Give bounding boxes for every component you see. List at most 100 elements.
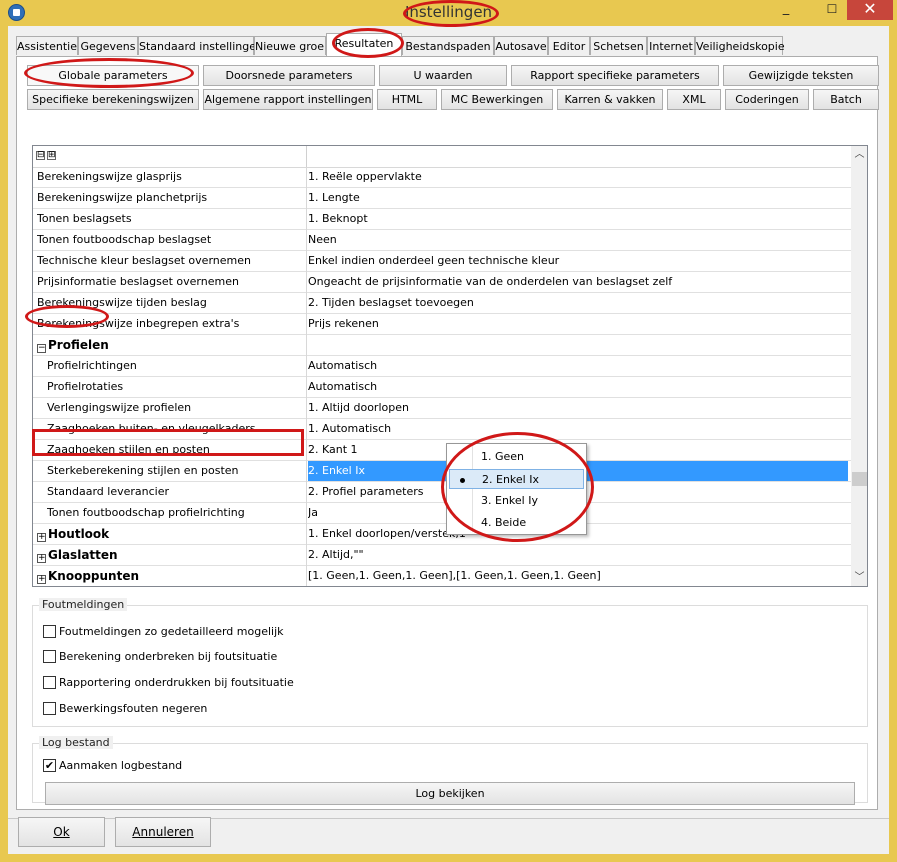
minimize-button[interactable]: _ — [772, 0, 800, 20]
grid-row[interactable]: Zaaghoeken buiten- en vleugelkaders 1. Au… — [33, 419, 851, 440]
property-name: Profielrotaties — [47, 377, 315, 397]
property-name: Berekeningswijze planchetprijs — [37, 188, 305, 208]
grid-row[interactable]: Berekeningswijze inbegrepen extra's Prijs… — [33, 314, 851, 335]
property-value[interactable]: 2. Altijd,"" — [308, 545, 848, 565]
tab-resultaten[interactable]: Resultaten — [326, 33, 402, 56]
ok-button[interactable]: Ok — [18, 817, 105, 847]
subtab-specifieke-berekeningswijzen[interactable]: Specifieke berekeningswijzen — [27, 89, 199, 110]
property-label: Knooppunten — [48, 569, 140, 583]
checkbox-box[interactable] — [43, 702, 56, 715]
grid-category-row[interactable]: + Knooppunten [1. Geen,1. Geen,1. Geen],[1… — [33, 566, 851, 586]
subtab-mc-bewerkingen[interactable]: MC Bewerkingen — [441, 89, 553, 110]
grid-row[interactable]: Berekeningswijze glasprijs 1. Reële opper… — [33, 167, 851, 188]
collapse-all-icon[interactable]: ⊟ — [36, 151, 45, 160]
checkbox-checked-icon[interactable]: ✔ — [43, 759, 56, 772]
subtab-algemene-rapport-instellingen[interactable]: Algemene rapport instellingen — [203, 89, 373, 110]
checkbox-box[interactable] — [43, 625, 56, 638]
grid-category-row[interactable]: + Glaslatten 2. Altijd,"" — [33, 545, 851, 566]
tab-nieuwe-groep[interactable]: Nieuwe groep — [254, 36, 326, 55]
subtab-xml[interactable]: XML — [667, 89, 721, 110]
scroll-thumb[interactable] — [852, 472, 867, 486]
property-value[interactable] — [308, 335, 848, 355]
property-value[interactable]: Neen — [308, 230, 848, 250]
property-value[interactable]: 2. Tijden beslagset toevoegen — [308, 293, 848, 313]
property-value[interactable]: 1. Automatisch — [308, 419, 848, 439]
maximize-button[interactable]: ☐ — [818, 0, 846, 20]
tab-autosave[interactable]: Autosave — [494, 36, 548, 55]
subtab-rapport-specifieke-parameters[interactable]: Rapport specifieke parameters — [511, 65, 719, 86]
expand-all-icon[interactable]: ⊞ — [47, 151, 56, 160]
grid-row[interactable]: Tonen foutboodschap profielrichting Ja — [33, 503, 851, 524]
grid-row[interactable]: Prijsinformatie beslagset overnemen Ongea… — [33, 272, 851, 293]
dropdown-option[interactable]: 4. Beide — [449, 513, 584, 533]
property-label: Berekeningswijze planchetprijs — [37, 191, 208, 204]
property-name: + Houtlook — [37, 524, 305, 544]
property-name: Sterkeberekening stijlen en posten — [47, 461, 315, 481]
grid-row[interactable]: Profielrichtingen Automatisch — [33, 356, 851, 377]
grid-row[interactable]: Technische kleur beslagset overnemen Enke… — [33, 251, 851, 272]
log-bestand-group: Log bestand ✔ Aanmaken logbestand Log bek… — [32, 736, 868, 805]
property-label: Berekeningswijze tijden beslag — [37, 296, 207, 309]
grid-row[interactable]: Tonen foutboodschap beslagset Neen — [33, 230, 851, 251]
dropdown-option[interactable]: 2. Enkel Ix — [449, 469, 584, 489]
property-value[interactable]: 1. Altijd doorlopen — [308, 398, 848, 418]
annuleren-button[interactable]: Annuleren — [115, 817, 211, 847]
expand-icon[interactable]: + — [37, 533, 46, 542]
foutmeldingen-group: Foutmeldingen Foutmeldingen zo gedetaill… — [32, 598, 868, 727]
tab-assistentie[interactable]: Assistentie — [16, 36, 78, 55]
grid-row[interactable]: Sterkeberekening stijlen en posten 2. Enk… — [33, 461, 851, 482]
checkbox-box[interactable] — [43, 650, 56, 663]
subtab-gewijzigde-teksten[interactable]: Gewijzigde teksten — [723, 65, 879, 86]
dropdown-option[interactable]: 3. Enkel Iy — [449, 491, 584, 511]
title-bar[interactable]: Instellingen _ ☐ ✕ — [0, 0, 897, 26]
grid-category-row[interactable]: + Houtlook 1. Enkel doorlopen/verstek,1 — [33, 524, 851, 545]
property-name: Profielrichtingen — [47, 356, 315, 376]
expand-icon[interactable]: + — [37, 575, 46, 584]
property-value[interactable]: 1. Lengte — [308, 188, 848, 208]
subtab-doorsnede-parameters[interactable]: Doorsnede parameters — [203, 65, 375, 86]
expand-icon[interactable]: + — [37, 554, 46, 563]
subtab-karren-vakken[interactable]: Karren & vakken — [557, 89, 663, 110]
scroll-down-icon[interactable]: ﹀ — [851, 569, 867, 586]
subtab-u-waarden[interactable]: U waarden — [379, 65, 507, 86]
property-value[interactable]: Prijs rekenen — [308, 314, 848, 334]
close-button[interactable]: ✕ — [847, 0, 893, 20]
property-value[interactable]: Automatisch — [308, 377, 848, 397]
property-label: Verlengingswijze profielen — [47, 401, 192, 414]
tab-gegevens[interactable]: Gegevens — [78, 36, 138, 55]
property-label: Profielrichtingen — [47, 359, 137, 372]
grid-category-row[interactable]: − Profielen — [33, 335, 851, 356]
subtab-batch[interactable]: Batch — [813, 89, 879, 110]
property-value[interactable]: Ongeacht de prijsinformatie van de onder… — [308, 272, 848, 292]
grid-row[interactable]: Tonen beslagsets 1. Beknopt — [33, 209, 851, 230]
tab-editor[interactable]: Editor — [548, 36, 590, 55]
tab-bestandspaden[interactable]: Bestandspaden — [402, 36, 494, 55]
value-dropdown[interactable]: 1. Geen 2. Enkel Ix 3. Enkel Iy 4. Beide — [446, 443, 587, 535]
checkbox-box[interactable] — [43, 676, 56, 689]
collapse-icon[interactable]: − — [37, 344, 46, 353]
dropdown-option[interactable]: 1. Geen — [449, 447, 584, 467]
tab-standaard-instellingen[interactable]: Standaard instellingen — [138, 36, 263, 55]
ok-label: Ok — [53, 825, 70, 839]
scroll-up-icon[interactable]: ︿ — [851, 146, 867, 163]
tab-internet[interactable]: Internet — [647, 36, 695, 55]
grid-row[interactable]: Verlengingswijze profielen 1. Altijd door… — [33, 398, 851, 419]
property-value[interactable]: Automatisch — [308, 356, 848, 376]
property-value[interactable]: 1. Beknopt — [308, 209, 848, 229]
grid-row[interactable]: Zaaghoeken stijlen en posten 2. Kant 1 — [33, 440, 851, 461]
tab-schetsen[interactable]: Schetsen — [590, 36, 647, 55]
subtab-coderingen[interactable]: Coderingen — [725, 89, 809, 110]
property-label: Tonen beslagsets — [37, 212, 132, 225]
grid-scrollbar[interactable]: ︿ ﹀ — [851, 146, 867, 586]
log-bekijken-button[interactable]: Log bekijken — [45, 782, 855, 805]
property-value[interactable]: Enkel indien onderdeel geen technische k… — [308, 251, 848, 271]
grid-row[interactable]: Standaard leverancier 2. Profiel paramete… — [33, 482, 851, 503]
property-value[interactable]: 1. Reële oppervlakte — [308, 167, 848, 187]
tab-veiligheidskopie[interactable]: Veiligheidskopie — [695, 36, 785, 55]
grid-row[interactable]: Berekeningswijze tijden beslag 2. Tijden … — [33, 293, 851, 314]
grid-row[interactable]: Profielrotaties Automatisch — [33, 377, 851, 398]
property-value[interactable]: [1. Geen,1. Geen,1. Geen],[1. Geen,1. Ge… — [308, 566, 848, 586]
grid-row[interactable]: Berekeningswijze planchetprijs 1. Lengte — [33, 188, 851, 209]
subtab-html[interactable]: HTML — [377, 89, 437, 110]
subtab-globale-parameters[interactable]: Globale parameters — [27, 65, 199, 86]
